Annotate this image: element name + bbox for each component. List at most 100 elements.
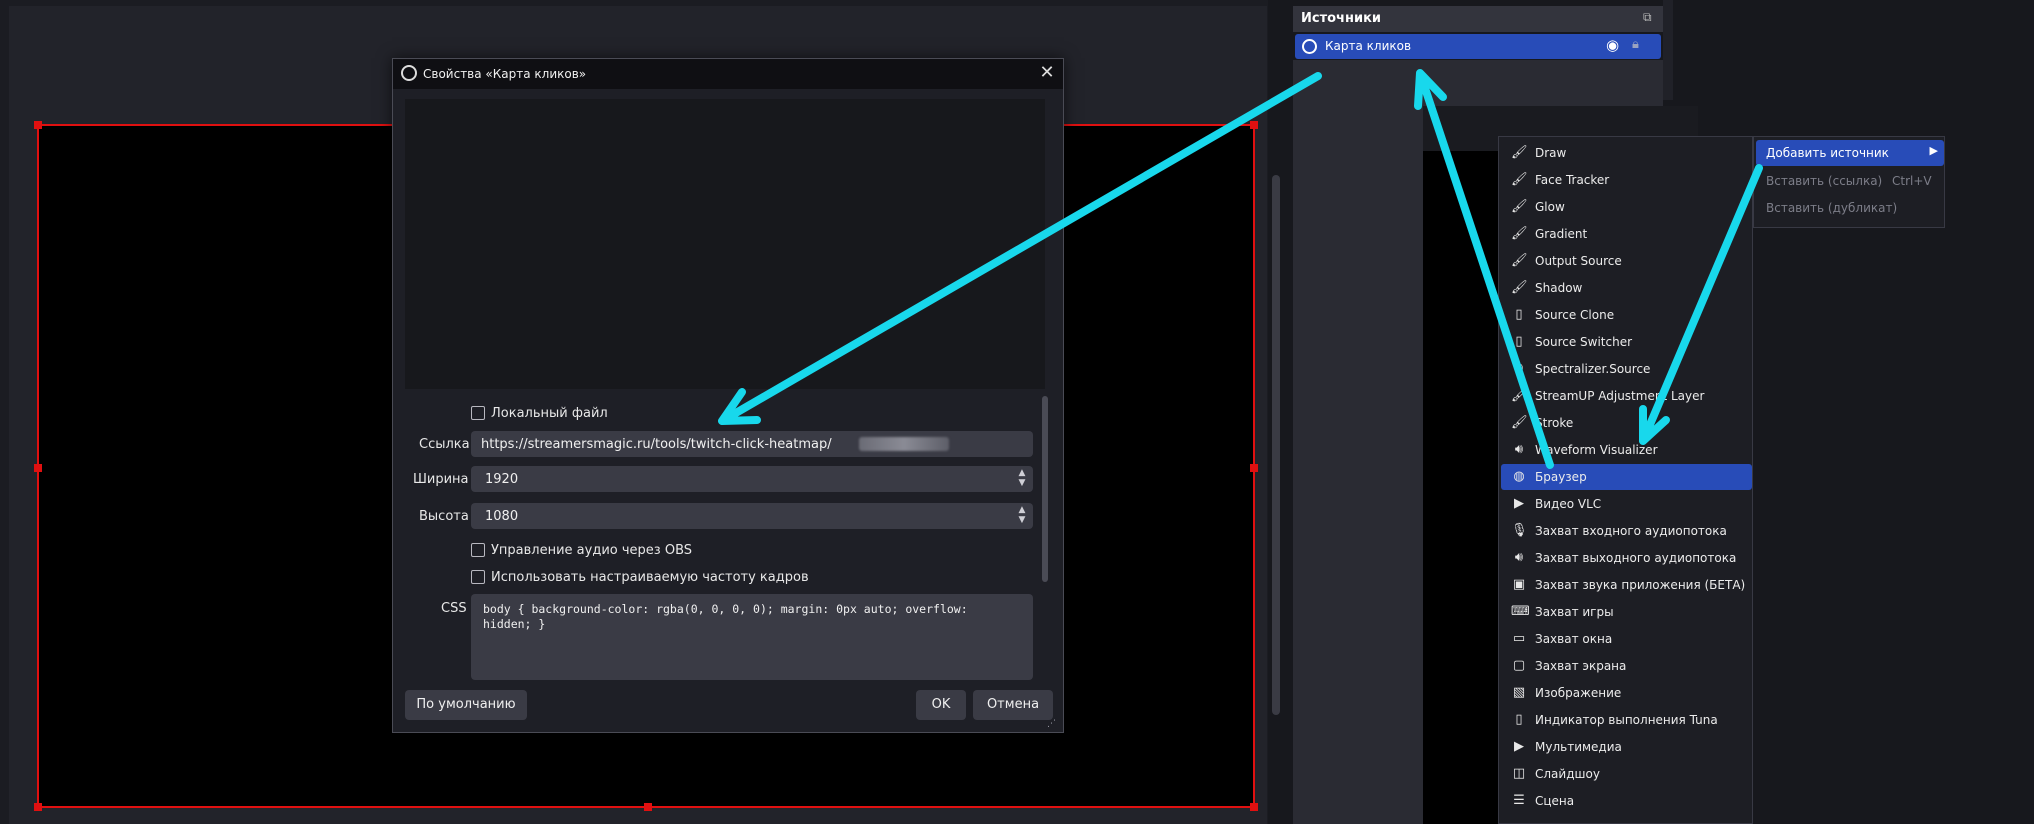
- custom-fps-checkbox[interactable]: [471, 570, 485, 584]
- menu-item[interactable]: ▢ Захват экрана: [1501, 653, 1752, 679]
- brush-icon: 🖌︎: [1511, 280, 1528, 295]
- menu-item[interactable]: 🖌︎ Draw: [1501, 140, 1752, 166]
- image-icon: ▧: [1512, 685, 1526, 700]
- menu-item[interactable]: 🖌︎ Output Source: [1501, 248, 1752, 274]
- resize-handle-left[interactable]: [34, 464, 42, 472]
- menu-item-label: Source Clone: [1535, 308, 1615, 322]
- defaults-button[interactable]: По умолчанию: [405, 690, 527, 720]
- source-item-label: Карта кликов: [1325, 39, 1412, 53]
- menu-item[interactable]: 🖌︎ Gradient: [1501, 221, 1752, 247]
- paste-reference-menu-item[interactable]: Вставить (ссылка) Ctrl+V: [1756, 168, 1944, 194]
- resize-handle-top-right[interactable]: [1250, 121, 1258, 129]
- menu-item[interactable]: 🖌︎ StreamUP Adjustment Layer: [1501, 383, 1752, 409]
- menu-item[interactable]: ▯ Source Switcher: [1501, 329, 1752, 355]
- monitor-icon: ▢: [1512, 658, 1526, 673]
- menu-item[interactable]: ◍ Браузер: [1501, 464, 1752, 490]
- menu-item-label: Слайдшоу: [1535, 767, 1600, 781]
- menu-item-label: Мультимедиа: [1535, 740, 1622, 754]
- width-value: 1920: [485, 472, 519, 487]
- ok-button[interactable]: OK: [916, 690, 966, 720]
- local-file-checkbox[interactable]: [471, 406, 485, 420]
- height-label: Высота: [419, 509, 469, 524]
- menu-item-label: Stroke: [1535, 416, 1574, 430]
- play-icon: ▶: [1514, 496, 1524, 511]
- menu-item[interactable]: ◫ Слайдшоу: [1501, 761, 1752, 787]
- url-redacted-blur: [859, 437, 949, 451]
- menu-item[interactable]: ▶ Мультимедиа: [1501, 734, 1752, 760]
- menu-item[interactable]: 🖌︎ Glow: [1501, 194, 1752, 220]
- list-icon: ☰: [1513, 793, 1525, 808]
- preview-scrollbar[interactable]: [1272, 175, 1280, 715]
- url-field[interactable]: https://streamersmagic.ru/tools/twitch-c…: [471, 431, 1033, 457]
- document-icon: ▯: [1515, 712, 1523, 727]
- menu-item[interactable]: 🎙︎ Захват входного аудиопотока: [1501, 518, 1752, 544]
- menu-item-label: Output Source: [1535, 254, 1622, 268]
- menu-item[interactable]: ☰ Сцена: [1501, 788, 1752, 814]
- add-source-menu: 🖌︎ Draw 🖌︎ Face Tracker 🖌︎ Glow 🖌︎ Gradient 🖌︎ Ou…: [1498, 136, 1753, 824]
- speaker-icon: 🔊︎: [1514, 550, 1524, 565]
- paste-duplicate-menu-item[interactable]: Вставить (дубликат): [1756, 195, 1944, 221]
- resize-handle-bottom[interactable]: [644, 803, 652, 811]
- menu-item-label: Браузер: [1535, 470, 1587, 484]
- browser-preview: [405, 99, 1045, 389]
- menu-item[interactable]: 🔊︎ Spectralizer.Source: [1501, 356, 1752, 382]
- paste-reference-shortcut: Ctrl+V: [1892, 174, 1932, 188]
- dialog-titlebar[interactable]: Свойства «Карта кликов» ✕: [393, 59, 1063, 89]
- menu-item[interactable]: 🖌︎ Shadow: [1501, 275, 1752, 301]
- resize-handle-right[interactable]: [1250, 464, 1258, 472]
- menu-item-label: Захват звука приложения (БЕТА): [1535, 578, 1746, 592]
- sources-dock-header: Источники ⧉: [1293, 6, 1663, 32]
- menu-item[interactable]: ▯ Индикатор выполнения Tuna: [1501, 707, 1752, 733]
- menu-item-label: Face Tracker: [1535, 173, 1610, 187]
- menu-item[interactable]: 🖌︎ Stroke: [1501, 410, 1752, 436]
- dialog-scrollbar[interactable]: [1042, 396, 1048, 582]
- height-spinner[interactable]: ▲ ▼: [1015, 505, 1029, 527]
- menu-item-label: Захват входного аудиопотока: [1535, 524, 1727, 538]
- width-field[interactable]: 1920 ▲ ▼: [471, 466, 1033, 492]
- menu-item-label: Glow: [1535, 200, 1565, 214]
- resize-handle-bottom-left[interactable]: [34, 803, 42, 811]
- custom-fps-label: Использовать настраиваемую частоту кадро…: [491, 570, 809, 585]
- brush-icon: 🖌︎: [1511, 253, 1528, 268]
- width-spinner[interactable]: ▲ ▼: [1015, 468, 1029, 490]
- source-item-click-map[interactable]: Карта кликов ◉ 🔒︎: [1295, 34, 1661, 59]
- menu-item[interactable]: ⌨ Захват игры: [1501, 599, 1752, 625]
- audio-control-checkbox[interactable]: [471, 543, 485, 557]
- brush-icon: 🖌︎: [1511, 199, 1528, 214]
- add-source-label: Добавить источник: [1766, 146, 1889, 160]
- menu-item[interactable]: ▣ Захват звука приложения (БЕТА): [1501, 572, 1752, 598]
- menu-item-label: Source Switcher: [1535, 335, 1633, 349]
- menu-item-label: Захват выходного аудиопотока: [1535, 551, 1737, 565]
- menu-item[interactable]: ▭ Захват окна: [1501, 626, 1752, 652]
- add-source-menu-item[interactable]: Добавить источник ▶: [1756, 140, 1944, 166]
- url-label: Ссылка: [419, 437, 470, 452]
- microphone-icon: 🎙︎: [1511, 523, 1528, 538]
- close-icon[interactable]: ✕: [1035, 61, 1059, 85]
- css-textarea[interactable]: body { background-color: rgba(0, 0, 0, 0…: [471, 594, 1033, 680]
- menu-item[interactable]: 🔊︎ Захват выходного аудиопотока: [1501, 545, 1752, 571]
- window-icon: ▭: [1512, 631, 1526, 646]
- dock-splitter[interactable]: [1663, 0, 1673, 100]
- menu-item-label: Waveform Visualizer: [1535, 443, 1658, 457]
- obs-logo-icon: [401, 65, 417, 81]
- menu-item[interactable]: 🖌︎ Face Tracker: [1501, 167, 1752, 193]
- menu-item-label: Gradient: [1535, 227, 1588, 241]
- brush-icon: 🖌︎: [1511, 172, 1528, 187]
- brush-icon: 🖌︎: [1511, 226, 1528, 241]
- globe-icon: ◍: [1513, 469, 1525, 484]
- height-field[interactable]: 1080 ▲ ▼: [471, 503, 1033, 529]
- resize-handle-bottom-right[interactable]: [1250, 803, 1258, 811]
- brush-icon: 🖌︎: [1511, 415, 1528, 430]
- undock-icon[interactable]: ⧉: [1643, 10, 1652, 25]
- lock-icon[interactable]: 🔒︎: [1632, 37, 1639, 52]
- slideshow-icon: ◫: [1512, 766, 1526, 781]
- menu-item[interactable]: ▧ Изображение: [1501, 680, 1752, 706]
- submenu-arrow-icon: ▶: [1929, 144, 1938, 157]
- cancel-button[interactable]: Отмена: [973, 690, 1053, 720]
- menu-item[interactable]: 🔊︎ Waveform Visualizer: [1501, 437, 1752, 463]
- menu-item[interactable]: ▶ Видео VLC: [1501, 491, 1752, 517]
- menu-item[interactable]: ▯ Source Clone: [1501, 302, 1752, 328]
- eye-icon[interactable]: ◉: [1606, 36, 1619, 54]
- resize-handle-top-left[interactable]: [34, 121, 42, 129]
- resize-grip-icon[interactable]: ⋰: [1047, 719, 1056, 729]
